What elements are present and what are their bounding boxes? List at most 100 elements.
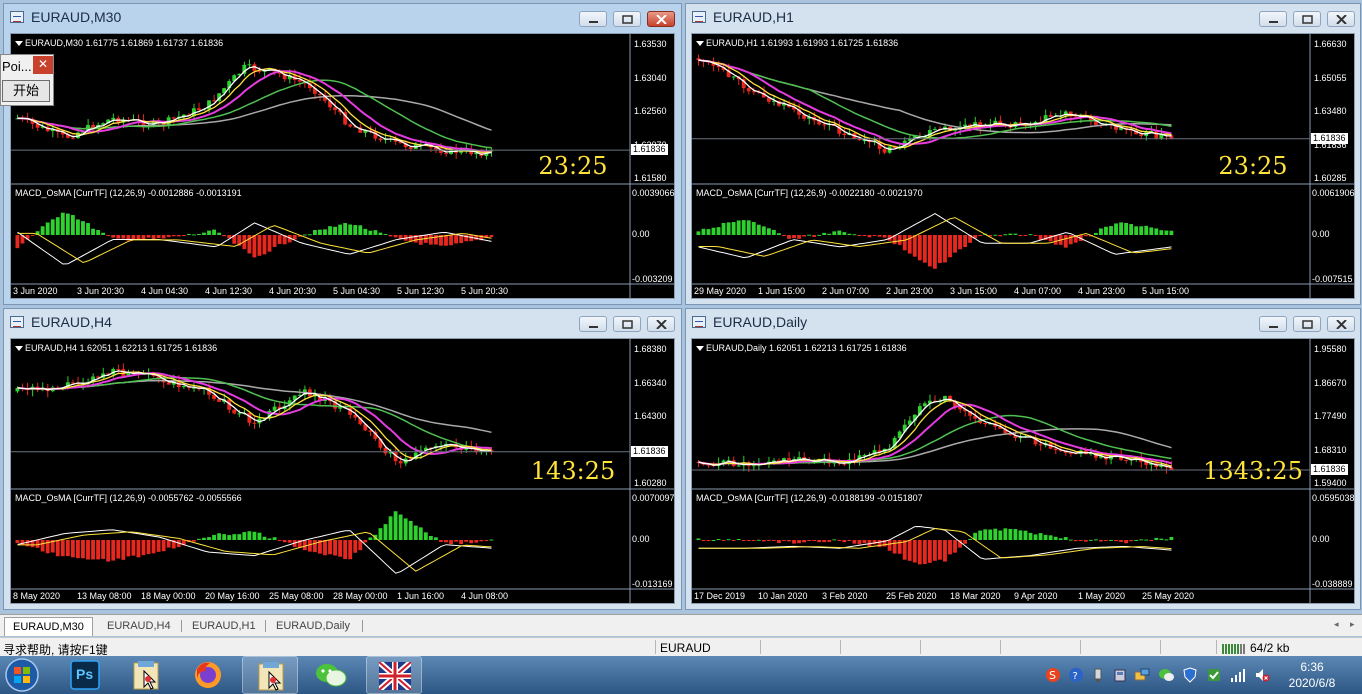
device-icon[interactable] (1112, 667, 1128, 683)
help-icon[interactable]: ? (1068, 667, 1084, 683)
tab-scroll-left-icon[interactable]: ◂ (1334, 619, 1339, 630)
chart-window-daily[interactable]: EURAUD,Daily EURAUD,Daily 1.62051 1.6221… (685, 308, 1361, 610)
osma-bar (812, 540, 817, 541)
candle-body (272, 406, 277, 411)
osma-bar (212, 229, 216, 235)
taskbar-app-firefox[interactable] (180, 656, 236, 694)
wechat-tray-icon[interactable] (1158, 667, 1174, 683)
osma-bar (701, 540, 706, 541)
usb-icon[interactable] (1090, 667, 1106, 683)
osma-bar (756, 224, 761, 235)
restore-button[interactable] (1293, 316, 1321, 332)
osma-bar (348, 540, 353, 560)
sogou-input-icon[interactable]: S (1045, 667, 1061, 683)
shield-icon[interactable] (1182, 667, 1198, 683)
taskbar-app-wechat[interactable] (304, 656, 360, 694)
time-label: 1 Jun 16:00 (397, 591, 445, 601)
restore-button[interactable] (613, 316, 641, 332)
current-price-tag: 1.61836 (631, 445, 668, 457)
taskbar-app-flag[interactable] (366, 656, 422, 694)
osma-bar (171, 235, 176, 237)
start-button[interactable]: 开始 (2, 80, 50, 102)
macd-level-label: -0.003209 (632, 274, 673, 284)
osma-bar (197, 538, 201, 540)
point-tool-popup[interactable]: Poi... ✕ 开始 (0, 54, 54, 106)
osma-bar (212, 534, 216, 540)
chart-area[interactable]: EURAUD,Daily 1.62051 1.62213 1.61725 1.6… (691, 338, 1355, 604)
chart-window-h4[interactable]: EURAUD,H4 EURAUD,H4 1.62051 1.62213 1.61… (3, 308, 682, 610)
osma-bar (323, 229, 327, 235)
clock-date[interactable]: 2020/6/8 (1282, 676, 1342, 690)
title-bar[interactable]: EURAUD,M30 (4, 4, 681, 31)
chart-area[interactable]: EURAUD,H4 1.62051 1.62213 1.61725 1.6183… (10, 338, 675, 604)
osma-bar (822, 232, 827, 235)
osma-bar (902, 540, 907, 560)
ma-fast-line (698, 59, 1172, 150)
osma-bar (277, 235, 282, 244)
osma-bar (358, 225, 363, 235)
osma-bar (1149, 540, 1154, 541)
clock-time[interactable]: 6:36 (1282, 660, 1342, 674)
tab-euraud-h1[interactable]: EURAUD,H1 (184, 617, 264, 636)
title-bar[interactable]: EURAUD,Daily (686, 309, 1360, 336)
photoshop-label: Ps (76, 666, 94, 682)
close-button[interactable] (1327, 316, 1355, 332)
tab-scroll-right-icon[interactable]: ▸ (1350, 619, 1355, 630)
price-label: 1.60280 (634, 478, 667, 488)
taskbar-app-chart-tool[interactable] (118, 656, 174, 694)
minimize-button[interactable] (579, 316, 607, 332)
popup-close-button[interactable]: ✕ (33, 56, 53, 74)
price-label: 1.60285 (1314, 173, 1347, 183)
osma-bar (1119, 540, 1123, 542)
osma-bar (141, 235, 146, 240)
chart-area[interactable]: EURAUD,H1 1.61993 1.61993 1.61725 1.6183… (691, 33, 1355, 299)
start-orb-icon[interactable] (2, 657, 42, 693)
tab-euraud-h4[interactable]: EURAUD,H4 (99, 617, 179, 636)
minimize-button[interactable] (579, 11, 607, 27)
chart-window-m30[interactable]: EURAUD,M30 EURAUD,M30 1.61775 1.61869 1.… (3, 3, 682, 305)
osma-bar (408, 520, 413, 540)
time-label: 25 May 08:00 (269, 591, 324, 601)
osma-bar (403, 518, 408, 540)
taskbar-app-chart-tool-active[interactable] (242, 656, 298, 694)
osma-bar (454, 540, 459, 542)
candle-body (70, 137, 75, 139)
tab-euraud-daily[interactable]: EURAUD,Daily (268, 617, 358, 636)
restore-button[interactable] (1293, 11, 1321, 27)
title-bar[interactable]: EURAUD,H4 (4, 309, 681, 336)
osma-bar (378, 232, 383, 235)
close-button[interactable] (647, 316, 675, 332)
tab-separator (181, 620, 182, 632)
tab-euraud-m30[interactable]: EURAUD,M30 (4, 617, 93, 636)
network-share-icon[interactable] (1134, 667, 1150, 683)
osma-bar (282, 540, 287, 543)
window-title: EURAUD,H4 (31, 314, 112, 330)
status-divider (920, 640, 921, 654)
restore-button[interactable] (613, 11, 641, 27)
minimize-button[interactable] (1259, 316, 1287, 332)
minimize-button[interactable] (1259, 11, 1287, 27)
close-button[interactable] (1327, 11, 1355, 27)
osma-bar (1114, 223, 1118, 235)
security-check-icon[interactable] (1206, 667, 1222, 683)
price-label: 1.68380 (634, 344, 667, 354)
taskbar-app-photoshop[interactable]: Ps (58, 656, 114, 694)
osma-bar (383, 234, 388, 236)
osma-bar (252, 531, 257, 540)
osma-bar (852, 234, 857, 236)
chart-window-h1[interactable]: EURAUD,H1 EURAUD,H1 1.61993 1.61993 1.61… (685, 3, 1361, 305)
osma-bar (907, 540, 912, 561)
osma-bar (302, 234, 307, 236)
volume-muted-icon[interactable] (1254, 667, 1270, 683)
osma-bar (1003, 528, 1008, 540)
bar-countdown: 143:25 (530, 457, 616, 485)
signal-icon[interactable] (1230, 667, 1246, 683)
osma-bar (131, 540, 136, 556)
osma-bar (1169, 537, 1174, 540)
title-bar[interactable]: EURAUD,H1 (686, 4, 1360, 31)
close-button[interactable] (647, 11, 675, 27)
chart-area[interactable]: EURAUD,M30 1.61775 1.61869 1.61737 1.618… (10, 33, 675, 299)
osma-bar (307, 540, 312, 552)
osma-bar (60, 212, 65, 235)
candle-body (922, 403, 927, 407)
